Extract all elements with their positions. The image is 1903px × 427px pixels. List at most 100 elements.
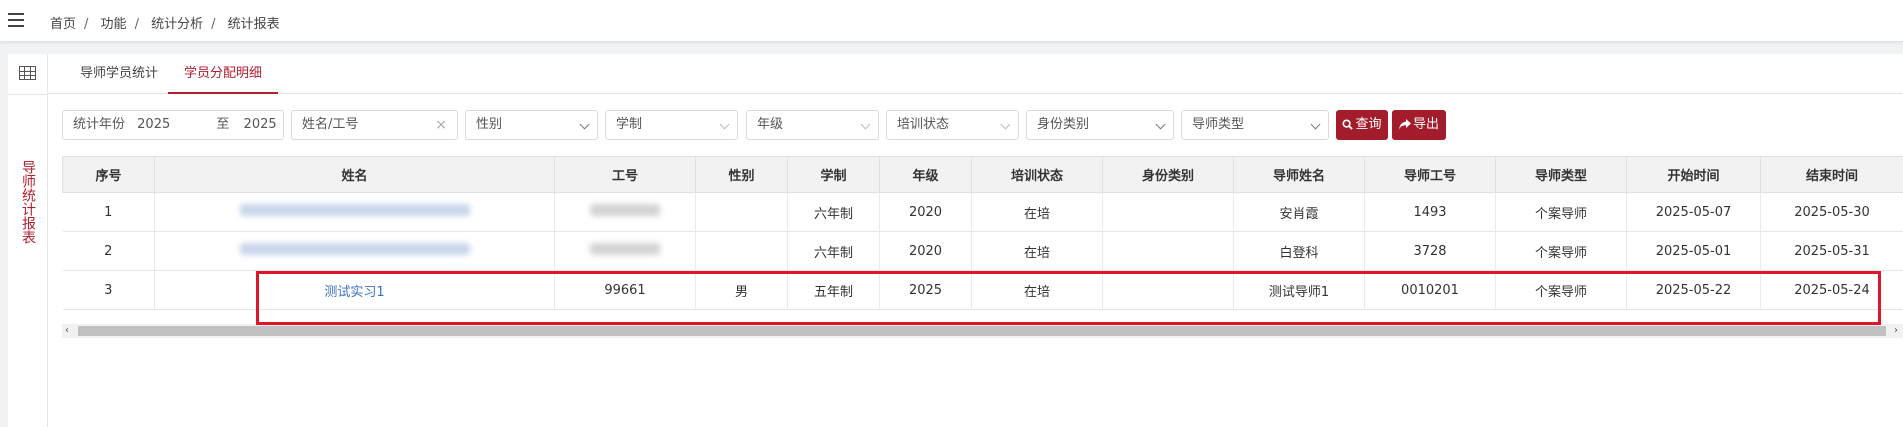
identity-type-value: 身份类别 (1037, 117, 1090, 132)
cell-mentor: 安肖霞 (1233, 192, 1365, 232)
breadcrumb-function[interactable]: 功能 (101, 17, 127, 32)
cell-end: 2025-05-31 (1760, 231, 1903, 271)
cell-start: 2025-05-07 (1626, 192, 1761, 232)
main-panel: 导师学员统计 学员分配明细 统计年份 2025 至 2025 姓名/工号 × 性… (48, 54, 1903, 427)
breadcrumb-home[interactable]: 首页 (50, 17, 76, 32)
clear-icon[interactable]: × (435, 111, 447, 139)
cell-grade: 2025 (879, 270, 972, 310)
year-from-input[interactable]: 2025 (137, 111, 170, 139)
col-header-mentor[interactable]: 导师姓名 (1233, 156, 1365, 193)
training-status-select[interactable]: 培训状态 (886, 110, 1019, 140)
cell-id-redacted (554, 231, 696, 271)
mentor-type-select[interactable]: 导师类型 (1181, 110, 1329, 140)
nav-divider (8, 94, 48, 95)
cell-mentor: 白登科 (1233, 231, 1365, 271)
student-name-link[interactable]: 测试实习1 (324, 285, 384, 300)
cell-gender (695, 231, 788, 271)
breadcrumb-stats[interactable]: 统计分析 (151, 17, 203, 32)
table-row[interactable]: 1 六年制 2020 在培 安肖霞 1493 个案导师 2025-05-07 2… (62, 192, 1903, 232)
menu-icon[interactable] (8, 13, 24, 27)
chevron-down-icon (860, 119, 871, 130)
cell-mentor-id: 1493 (1364, 192, 1496, 232)
school-system-value: 学制 (616, 117, 643, 132)
training-status-value: 培训状态 (897, 117, 950, 132)
grade-value: 年级 (757, 117, 784, 132)
year-to-input[interactable]: 2025 (244, 111, 277, 139)
horizontal-scrollbar[interactable]: ‹ › (62, 324, 1903, 338)
mentor-type-value: 导师类型 (1192, 117, 1245, 132)
col-header-identity[interactable]: 身份类别 (1102, 156, 1234, 193)
col-header-system[interactable]: 学制 (787, 156, 880, 193)
export-button[interactable]: 导出 (1392, 110, 1446, 140)
assignment-table: 序号 姓名 工号 性别 学制 年级 培训状态 身份类别 导师姓名 导师工号 导师… (62, 156, 1903, 310)
cell-status: 在培 (971, 231, 1103, 271)
table-row[interactable]: 2 六年制 2020 在培 白登科 3728 个案导师 2025-05-01 2… (62, 231, 1903, 271)
chevron-down-icon (1155, 119, 1166, 130)
cell-status: 在培 (971, 270, 1103, 310)
breadcrumb: 首页 / 功能 / 统计分析 / 统计报表 (50, 17, 280, 32)
cell-start: 2025-05-01 (1626, 231, 1761, 271)
col-header-grade[interactable]: 年级 (879, 156, 972, 193)
table-row[interactable]: 3 测试实习1 99661 男 五年制 2025 在培 测试导师1 001020… (62, 270, 1903, 310)
cell-grade: 2020 (879, 192, 972, 232)
cell-mentor-type: 个案导师 (1495, 231, 1627, 271)
gender-select-value: 性别 (476, 117, 503, 132)
identity-type-select[interactable]: 身份类别 (1026, 110, 1174, 140)
col-header-mentor-id[interactable]: 导师工号 (1364, 156, 1496, 193)
cell-end: 2025-05-24 (1760, 270, 1903, 310)
name-search-input[interactable]: 姓名/工号 × (291, 110, 458, 140)
cell-system: 六年制 (787, 192, 880, 232)
scroll-right-icon[interactable]: › (1894, 326, 1902, 336)
query-button[interactable]: 查询 (1336, 110, 1388, 140)
cell-grade: 2020 (879, 231, 972, 271)
tab-student-assignment-detail[interactable]: 学员分配明细 (168, 54, 279, 94)
filter-bar: 统计年份 2025 至 2025 姓名/工号 × 性别 学制 年级 培训状态 身… (62, 110, 1903, 140)
chevron-down-icon (1310, 119, 1321, 130)
col-header-start[interactable]: 开始时间 (1626, 156, 1761, 193)
cell-mentor-id: 3728 (1364, 231, 1496, 271)
cell-name-redacted[interactable] (154, 192, 555, 232)
nav-item-mentor-report[interactable]: 导师统计报表 (20, 160, 37, 244)
gender-select[interactable]: 性别 (465, 110, 598, 140)
export-button-label: 导出 (1412, 117, 1439, 132)
school-system-select[interactable]: 学制 (605, 110, 738, 140)
query-button-label: 查询 (1355, 117, 1382, 132)
cell-gender (695, 192, 788, 232)
col-header-index[interactable]: 序号 (62, 156, 155, 193)
col-header-end[interactable]: 结束时间 (1760, 156, 1903, 193)
cell-identity (1102, 270, 1234, 310)
col-header-status[interactable]: 培训状态 (971, 156, 1103, 193)
col-header-gender[interactable]: 性别 (695, 156, 788, 193)
chevron-down-icon (1000, 119, 1011, 130)
share-icon (1398, 119, 1411, 130)
col-header-id[interactable]: 工号 (554, 156, 696, 193)
scrollbar-thumb[interactable] (78, 326, 1886, 336)
table-grid-icon[interactable] (19, 66, 36, 80)
col-header-mentor-type[interactable]: 导师类型 (1495, 156, 1627, 193)
tab-mentor-student-stats[interactable]: 导师学员统计 (64, 54, 174, 94)
chevron-down-icon (719, 119, 730, 130)
cell-id: 99661 (554, 270, 696, 310)
tab-bar: 导师学员统计 学员分配明细 (48, 54, 1903, 94)
data-table-container: 序号 姓名 工号 性别 学制 年级 培训状态 身份类别 导师姓名 导师工号 导师… (62, 156, 1903, 324)
cell-system: 五年制 (787, 270, 880, 310)
cell-mentor: 测试导师1 (1233, 270, 1365, 310)
cell-end: 2025-05-30 (1760, 192, 1903, 232)
cell-identity (1102, 231, 1234, 271)
grade-select[interactable]: 年级 (746, 110, 879, 140)
cell-name-redacted[interactable] (154, 231, 555, 271)
cell-name: 测试实习1 (154, 270, 555, 310)
side-nav: 导师统计报表 (8, 54, 48, 427)
col-header-name[interactable]: 姓名 (154, 156, 555, 193)
year-range-field[interactable]: 统计年份 2025 至 2025 (62, 110, 284, 140)
cell-index: 3 (62, 270, 155, 310)
cell-gender: 男 (695, 270, 788, 310)
scroll-left-icon[interactable]: ‹ (65, 326, 73, 336)
cell-mentor-type: 个案导师 (1495, 270, 1627, 310)
chevron-down-icon (579, 119, 590, 130)
table-header-row: 序号 姓名 工号 性别 学制 年级 培训状态 身份类别 导师姓名 导师工号 导师… (62, 156, 1903, 193)
cell-index: 2 (62, 231, 155, 271)
cell-system: 六年制 (787, 231, 880, 271)
name-search-placeholder: 姓名/工号 (302, 117, 359, 132)
cell-status: 在培 (971, 192, 1103, 232)
